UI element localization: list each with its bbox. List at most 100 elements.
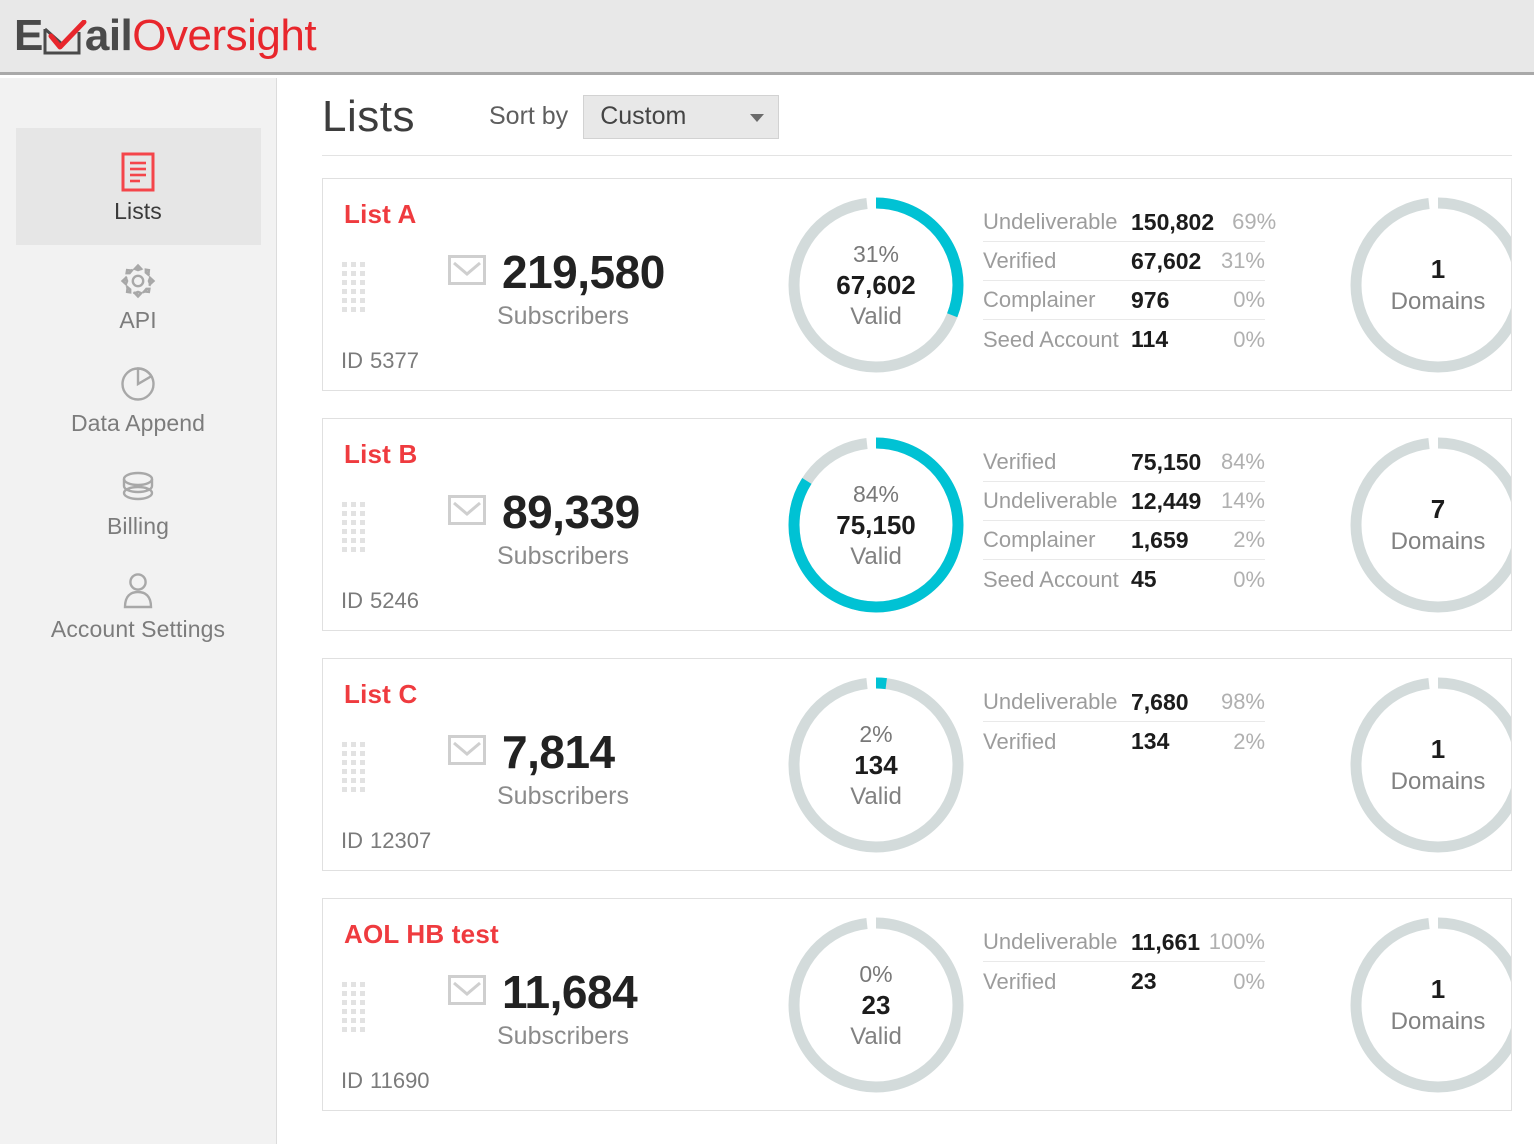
stat-value: 45 xyxy=(1131,566,1203,593)
list-cards-container: List A 219,580 Subscribers 31% 67,602 Valid Un… xyxy=(278,178,1534,1111)
stat-name: Undeliverable xyxy=(983,209,1131,235)
stat-percent: 0% xyxy=(1203,567,1265,593)
stat-percent: 0% xyxy=(1203,287,1265,313)
stat-percent: 0% xyxy=(1203,969,1265,995)
donut-value: 67,602 xyxy=(836,269,916,301)
chevron-down-icon xyxy=(750,114,764,122)
stats-table: Undeliverable11,661100%Verified230% xyxy=(983,923,1265,1001)
sort-by-value: Custom xyxy=(600,102,686,131)
domains-count: 1 xyxy=(1431,252,1445,286)
stat-value: 12,449 xyxy=(1131,488,1203,515)
stat-name: Verified xyxy=(983,729,1131,755)
sort-by-dropdown[interactable]: Custom xyxy=(583,95,779,139)
list-document-icon xyxy=(16,152,261,192)
list-card[interactable]: AOL HB test11,684Subscribers0%23ValidUnd… xyxy=(322,898,1512,1111)
stat-row: Complainer9760% xyxy=(983,281,1265,320)
sidebar-item-billing[interactable]: Billing xyxy=(16,451,261,554)
domains-count: 1 xyxy=(1431,732,1445,766)
stat-value: 134 xyxy=(1131,728,1203,755)
stat-value: 11,661 xyxy=(1131,929,1203,956)
drag-handle-icon[interactable] xyxy=(341,741,367,793)
donut-value: 134 xyxy=(854,749,897,781)
list-card[interactable]: List C7,814Subscribers2%134ValidUndelive… xyxy=(322,658,1512,871)
domains-chart: 7Domains xyxy=(1345,432,1512,618)
stat-row: Verified1342% xyxy=(983,722,1265,761)
donut-percent: 0% xyxy=(859,959,892,989)
donut-caption: Valid xyxy=(850,781,902,812)
pie-chart-icon xyxy=(16,364,261,404)
list-id: ID 5377 xyxy=(341,348,419,374)
domains-caption: Domains xyxy=(1391,1006,1486,1038)
stat-value: 976 xyxy=(1131,287,1203,314)
drag-handle-icon[interactable] xyxy=(341,501,367,553)
subscribers-count: 11,684 xyxy=(502,969,637,1015)
stat-name: Undeliverable xyxy=(983,689,1131,715)
stat-value: 1,659 xyxy=(1131,527,1203,554)
main-content: Lists Sort by Custom List A 219,580 Subscr… xyxy=(278,78,1534,1144)
sidebar-item-label: Data Append xyxy=(16,410,261,437)
page-header: Lists Sort by Custom xyxy=(322,78,1512,156)
stat-percent: 31% xyxy=(1203,248,1265,274)
sort-by-label: Sort by xyxy=(489,102,568,131)
stat-percent: 100% xyxy=(1203,929,1265,955)
subscribers-block: 11,684 Subscribers xyxy=(448,969,748,1051)
list-title[interactable]: List C xyxy=(344,679,417,710)
sidebar-item-label: Billing xyxy=(16,513,261,540)
list-id-prefix: ID xyxy=(341,348,363,373)
stat-name: Verified xyxy=(983,248,1131,274)
list-title[interactable]: List A xyxy=(344,199,416,230)
domains-count: 1 xyxy=(1431,972,1445,1006)
list-id: ID11690 xyxy=(341,1068,430,1094)
sidebar-item-label: API xyxy=(16,307,261,334)
list-id: ID12307 xyxy=(341,828,431,854)
stat-row: Undeliverable11,661100% xyxy=(983,923,1265,962)
donut-percent: 2% xyxy=(859,719,892,749)
sidebar-item-account-settings[interactable]: Account Settings xyxy=(16,554,261,657)
drag-handle-icon[interactable] xyxy=(341,981,367,1033)
list-id-prefix: ID xyxy=(341,1068,363,1093)
sidebar-item-api[interactable]: API xyxy=(16,245,261,348)
list-card[interactable]: List B 89,339Subscribers 84% 75,150 Valid Ver… xyxy=(322,418,1512,631)
stats-table: Undeliverable150,80269%Verified67,60231%… xyxy=(983,203,1265,359)
donut-value: 23 xyxy=(862,989,891,1021)
stat-name: Undeliverable xyxy=(983,929,1131,955)
stat-percent: 0% xyxy=(1203,327,1265,353)
envelope-icon xyxy=(448,735,486,770)
stats-table: Verified75,15084%Undeliverable12,44914%C… xyxy=(983,443,1265,599)
sidebar-item-data-append[interactable]: Data Append xyxy=(16,348,261,451)
stat-value: 75,150 xyxy=(1131,449,1203,476)
sidebar-item-lists[interactable]: Lists xyxy=(16,128,261,245)
stat-name: Seed Account xyxy=(983,567,1131,593)
list-id-value: 5377 xyxy=(370,348,419,373)
subscribers-block: 89,339Subscribers xyxy=(448,489,748,571)
list-title[interactable]: List B xyxy=(344,439,417,470)
list-title[interactable]: AOL HB test xyxy=(344,919,499,950)
list-id-value: 12307 xyxy=(370,828,431,853)
sidebar-item-label: Lists xyxy=(16,198,261,225)
brand-logo[interactable]: EailOversight xyxy=(14,10,316,62)
list-card[interactable]: List A219,580Subscribers31%67,602ValidUn… xyxy=(322,178,1512,391)
domains-chart: 1Domains xyxy=(1345,912,1512,1098)
user-icon xyxy=(16,570,261,610)
donut-caption: Valid xyxy=(850,541,902,572)
domains-caption: Domains xyxy=(1391,286,1486,318)
page-title: Lists xyxy=(322,95,415,139)
envelope-icon xyxy=(448,495,486,530)
subscribers-count: 219,580 xyxy=(502,249,665,295)
donut-caption: Valid xyxy=(850,1021,902,1052)
subscribers-count: 7,814 xyxy=(502,729,615,775)
stats-table: Undeliverable7,68098%Verified1342% xyxy=(983,683,1265,761)
gear-icon xyxy=(16,261,261,301)
envelope-icon xyxy=(448,975,486,1010)
stat-row: Undeliverable12,44914% xyxy=(983,482,1265,521)
subscribers-label: Subscribers xyxy=(497,302,748,331)
subscribers-label: Subscribers xyxy=(497,782,748,811)
subscribers-label: Subscribers xyxy=(497,1022,748,1051)
stat-value: 23 xyxy=(1131,968,1203,995)
stat-percent: 2% xyxy=(1203,527,1265,553)
drag-handle-icon[interactable] xyxy=(341,261,367,313)
stat-value: 114 xyxy=(1131,326,1203,353)
valid-donut-chart: 0%23Valid xyxy=(783,912,969,1098)
donut-percent: 84% xyxy=(853,479,899,509)
top-header-bar: EailOversight xyxy=(0,0,1534,75)
